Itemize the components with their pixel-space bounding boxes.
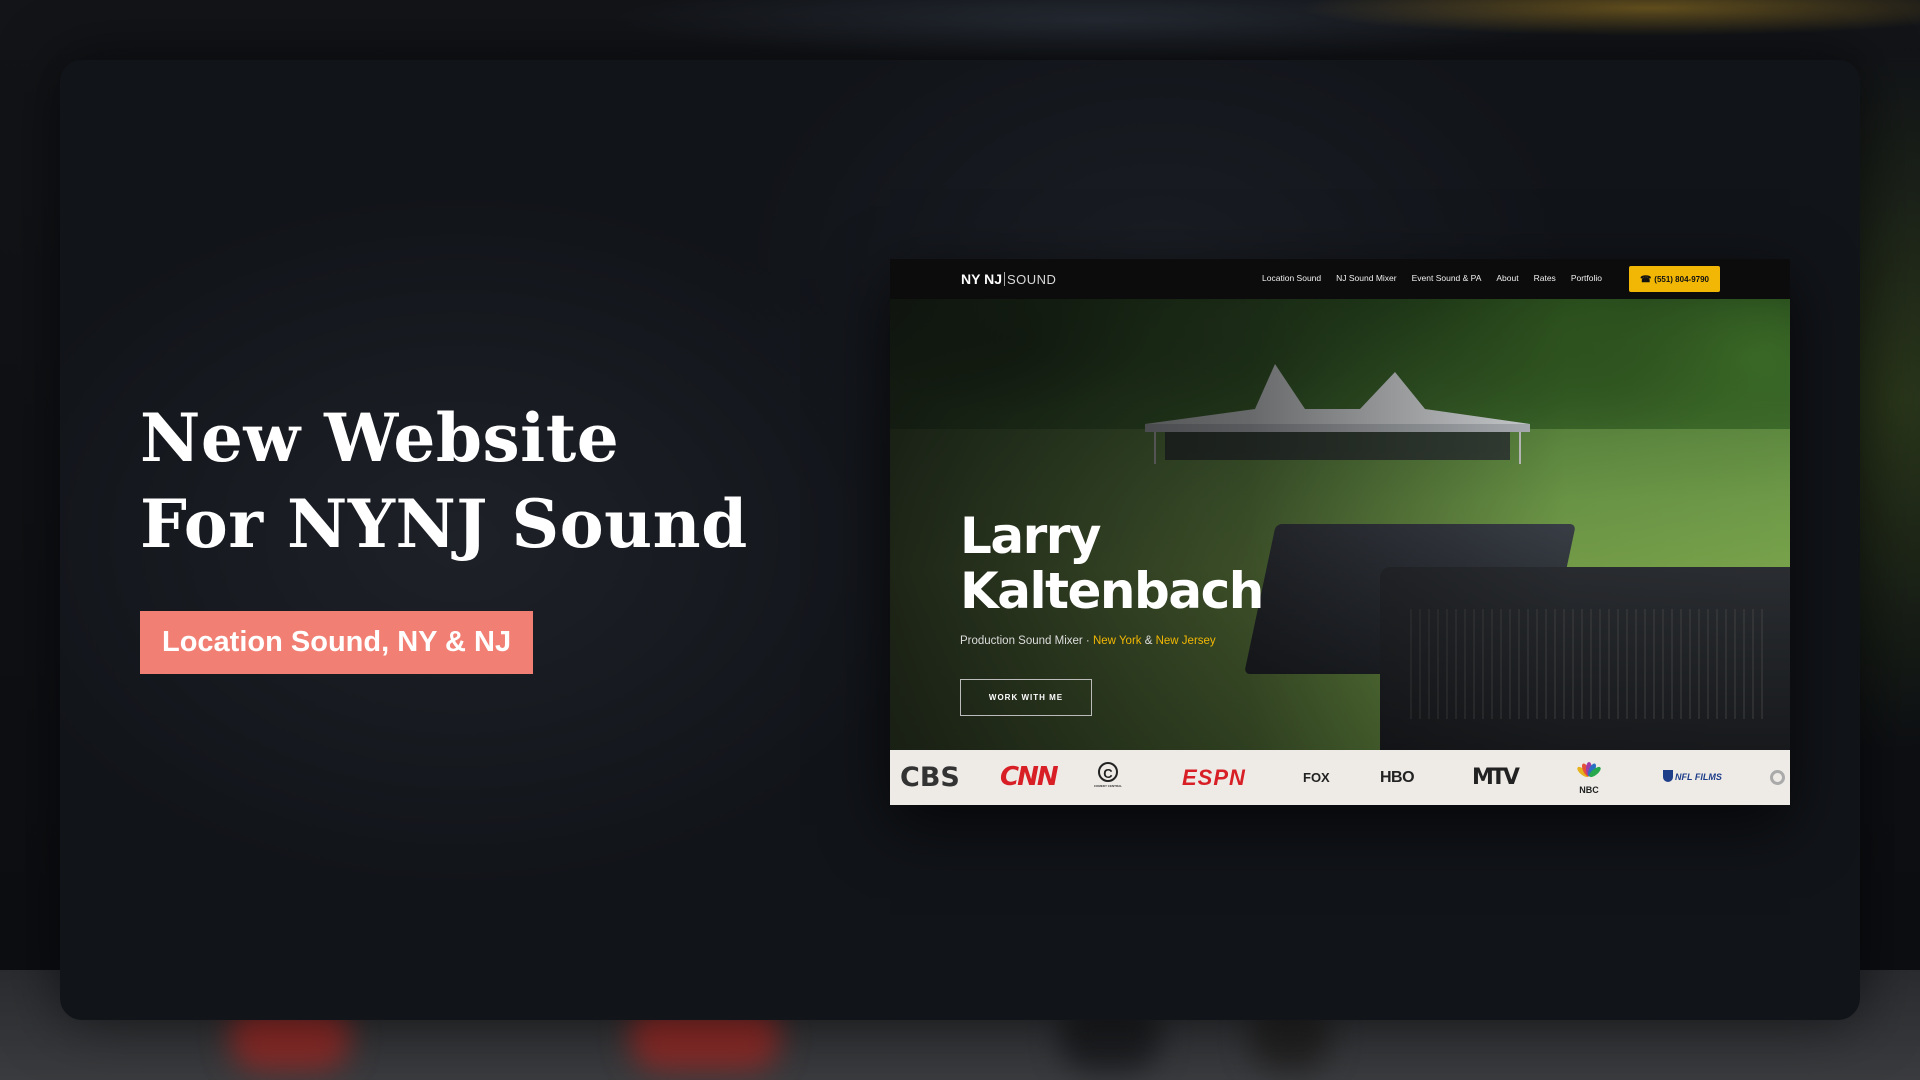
logo-bold-text: NY NJ xyxy=(961,271,1002,287)
hero-subtitle: Production Sound Mixer · New York & New … xyxy=(960,635,1216,647)
site-logo[interactable]: NY NJ SOUND xyxy=(961,271,1056,287)
hero-first-name: Larry xyxy=(960,507,1102,565)
brand-mtv-logo: MTV xyxy=(1472,765,1520,790)
hero-subtitle-amp: & xyxy=(1141,635,1156,647)
phone-number: (551) 804-9790 xyxy=(1654,275,1709,284)
nav-link-portfolio[interactable]: Portfolio xyxy=(1571,273,1602,283)
headline-line-2: For NYNJ Sound xyxy=(140,485,748,563)
comedy-central-icon: C xyxy=(1098,762,1118,782)
brand-partial-logo xyxy=(1770,770,1785,785)
hero-subtitle-role: Production Sound Mixer · xyxy=(960,635,1093,647)
work-with-me-button[interactable]: WORK WITH ME xyxy=(960,679,1092,716)
site-navbar: NY NJ SOUND Location Sound NJ Sound Mixer… xyxy=(890,259,1790,299)
client-logo-bar: CBS CNN C COMEDY CENTRAL ESPN FOX HBO MT… xyxy=(890,750,1790,805)
nbc-peacock-icon xyxy=(1577,762,1601,778)
brand-nbc-logo: NBC xyxy=(1574,762,1604,796)
site-nav-links: Location Sound NJ Sound Mixer Event Soun… xyxy=(1262,273,1602,283)
hero-name: Larry Kaltenbach xyxy=(960,507,1264,620)
logo-light-text: SOUND xyxy=(1006,272,1057,287)
brand-comedy-central-logo: C COMEDY CENTRAL xyxy=(1093,762,1123,792)
nav-link-event-sound[interactable]: Event Sound & PA xyxy=(1412,273,1482,283)
comedy-central-text: COMEDY CENTRAL xyxy=(1093,784,1123,788)
logo-divider xyxy=(1003,272,1005,286)
nfl-films-text: NFL FILMS xyxy=(1675,772,1722,782)
headline-line-1: New Website xyxy=(140,399,620,477)
location-tag-badge: Location Sound, NY & NJ xyxy=(140,611,534,674)
nav-link-about[interactable]: About xyxy=(1496,273,1518,283)
background: New Website For NYNJ Sound Location Soun… xyxy=(0,0,1920,1080)
hero-subtitle-nj: New Jersey xyxy=(1155,635,1216,647)
brand-espn-logo: ESPN xyxy=(1182,765,1246,790)
hero-last-name: Kaltenbach xyxy=(960,562,1264,620)
brand-cbs-logo: CBS xyxy=(900,762,960,793)
nfl-shield-icon xyxy=(1663,770,1673,782)
phone-button[interactable]: ☎ (551) 804-9790 xyxy=(1629,266,1720,292)
promo-card: New Website For NYNJ Sound Location Soun… xyxy=(60,60,1860,1020)
brand-cnn-logo: CNN xyxy=(1000,762,1059,792)
nav-link-location-sound[interactable]: Location Sound xyxy=(1262,273,1321,283)
brand-hbo-logo: HBO xyxy=(1380,769,1415,786)
nav-link-rates[interactable]: Rates xyxy=(1534,273,1556,283)
nav-link-nj-sound-mixer[interactable]: NJ Sound Mixer xyxy=(1336,273,1396,283)
nbc-text: NBC xyxy=(1579,785,1599,795)
brand-nfl-films-logo: NFL FILMS xyxy=(1663,750,1722,805)
headline: New Website For NYNJ Sound xyxy=(140,395,748,567)
brand-fox-logo: FOX xyxy=(1303,770,1330,785)
hero-subtitle-ny: New York xyxy=(1092,635,1142,647)
hero-section: Larry Kaltenbach Production Sound Mixer … xyxy=(890,299,1790,750)
website-preview: NY NJ SOUND Location Sound NJ Sound Mixer… xyxy=(890,259,1790,805)
phone-icon: ☎ xyxy=(1640,274,1652,284)
